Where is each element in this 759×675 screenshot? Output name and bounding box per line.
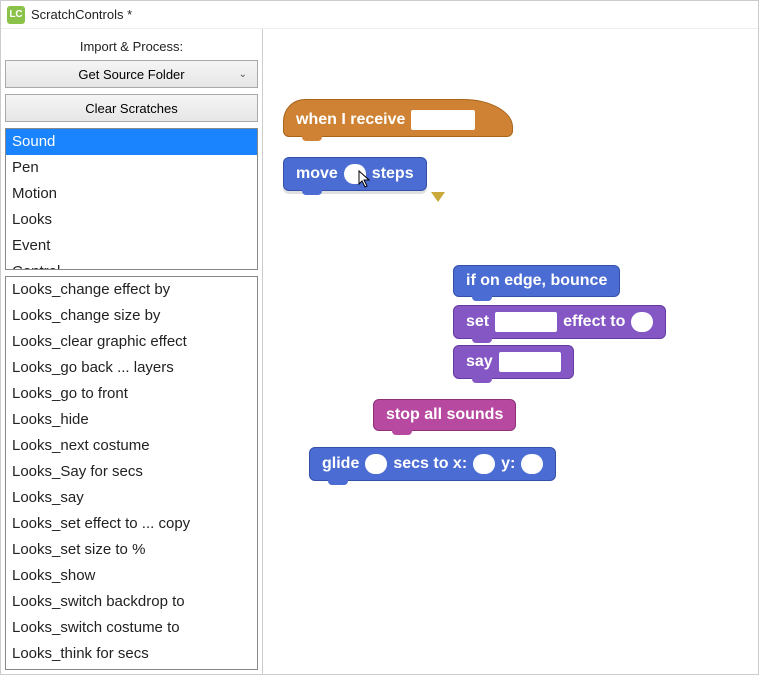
script-canvas[interactable]: when I receive move steps if on edge, bo…	[263, 29, 758, 674]
block-text: y:	[501, 455, 515, 473]
block-set-effect-to[interactable]: set effect to	[453, 305, 666, 339]
block-text: secs to x:	[393, 455, 467, 473]
block-list-item[interactable]: Looks_show	[6, 563, 257, 589]
block-stop-all-sounds[interactable]: stop all sounds	[373, 399, 516, 431]
glide-secs-slot[interactable]	[365, 454, 387, 474]
block-list-item[interactable]: Looks_set size to %	[6, 537, 257, 563]
block-text: say	[466, 353, 493, 371]
block-say[interactable]: say	[453, 345, 574, 379]
category-item[interactable]: Control	[6, 259, 257, 270]
get-source-folder-dropdown[interactable]: Get Source Folder ⌄	[5, 60, 258, 88]
say-text-slot[interactable]	[499, 352, 561, 372]
block-if-on-edge-bounce[interactable]: if on edge, bounce	[453, 265, 620, 297]
clear-scratches-label: Clear Scratches	[85, 101, 177, 116]
block-list-item[interactable]: Looks_hide	[6, 407, 257, 433]
get-source-folder-label: Get Source Folder	[78, 67, 184, 82]
clear-scratches-button[interactable]: Clear Scratches	[5, 94, 258, 122]
block-list-item[interactable]: Looks_clear graphic effect	[6, 329, 257, 355]
sidebar: Import & Process: Get Source Folder ⌄ Cl…	[1, 29, 263, 674]
block-text: if on edge, bounce	[466, 272, 607, 290]
titlebar: LC ScratchControls *	[1, 1, 758, 29]
block-text: stop all sounds	[386, 406, 503, 424]
receive-message-slot[interactable]	[411, 110, 475, 130]
block-text: steps	[372, 165, 414, 183]
block-text: effect to	[563, 313, 625, 331]
window-title: ScratchControls *	[31, 7, 132, 22]
glide-y-slot[interactable]	[521, 454, 543, 474]
drop-indicator-icon	[431, 192, 445, 202]
category-item[interactable]: Sound	[6, 129, 257, 155]
block-glide-secs-to-xy[interactable]: glide secs to x: y:	[309, 447, 556, 481]
category-item[interactable]: Pen	[6, 155, 257, 181]
block-list-item[interactable]: Looks_go back ... layers	[6, 355, 257, 381]
glide-x-slot[interactable]	[473, 454, 495, 474]
block-text: glide	[322, 455, 359, 473]
block-list-item[interactable]: Looks_switch costume to	[6, 615, 257, 641]
category-item[interactable]: Motion	[6, 181, 257, 207]
block-list-item[interactable]: Looks_Say for secs	[6, 459, 257, 485]
block-list-item[interactable]: Looks_go to front	[6, 381, 257, 407]
category-item[interactable]: Looks	[6, 207, 257, 233]
category-item[interactable]: Event	[6, 233, 257, 259]
effect-value-slot[interactable]	[631, 312, 653, 332]
move-steps-slot[interactable]	[344, 164, 366, 184]
block-when-i-receive[interactable]: when I receive	[283, 99, 513, 137]
block-list-item[interactable]: Looks_think	[6, 667, 257, 670]
block-text: when I receive	[296, 111, 405, 129]
block-list-item[interactable]: Looks_set effect to ... copy	[6, 511, 257, 537]
block-list-item[interactable]: Looks_change effect by	[6, 277, 257, 303]
block-list-item[interactable]: Looks_say	[6, 485, 257, 511]
app-window: LC ScratchControls * Import & Process: G…	[0, 0, 759, 675]
block-text: move	[296, 165, 338, 183]
block-listbox[interactable]: Looks_change effect byLooks_change size …	[5, 276, 258, 670]
block-list-item[interactable]: Looks_think for secs	[6, 641, 257, 667]
category-listbox[interactable]: SoundPenMotionLooksEventControl	[5, 128, 258, 270]
block-list-item[interactable]: Looks_switch backdrop to	[6, 589, 257, 615]
effect-name-slot[interactable]	[495, 312, 557, 332]
block-list-item[interactable]: Looks_next costume	[6, 433, 257, 459]
app-icon: LC	[7, 6, 25, 24]
import-process-label: Import & Process:	[5, 33, 258, 60]
block-move-steps[interactable]: move steps	[283, 157, 427, 191]
chevron-down-icon: ⌄	[239, 69, 247, 80]
block-list-item[interactable]: Looks_change size by	[6, 303, 257, 329]
block-text: set	[466, 313, 489, 331]
